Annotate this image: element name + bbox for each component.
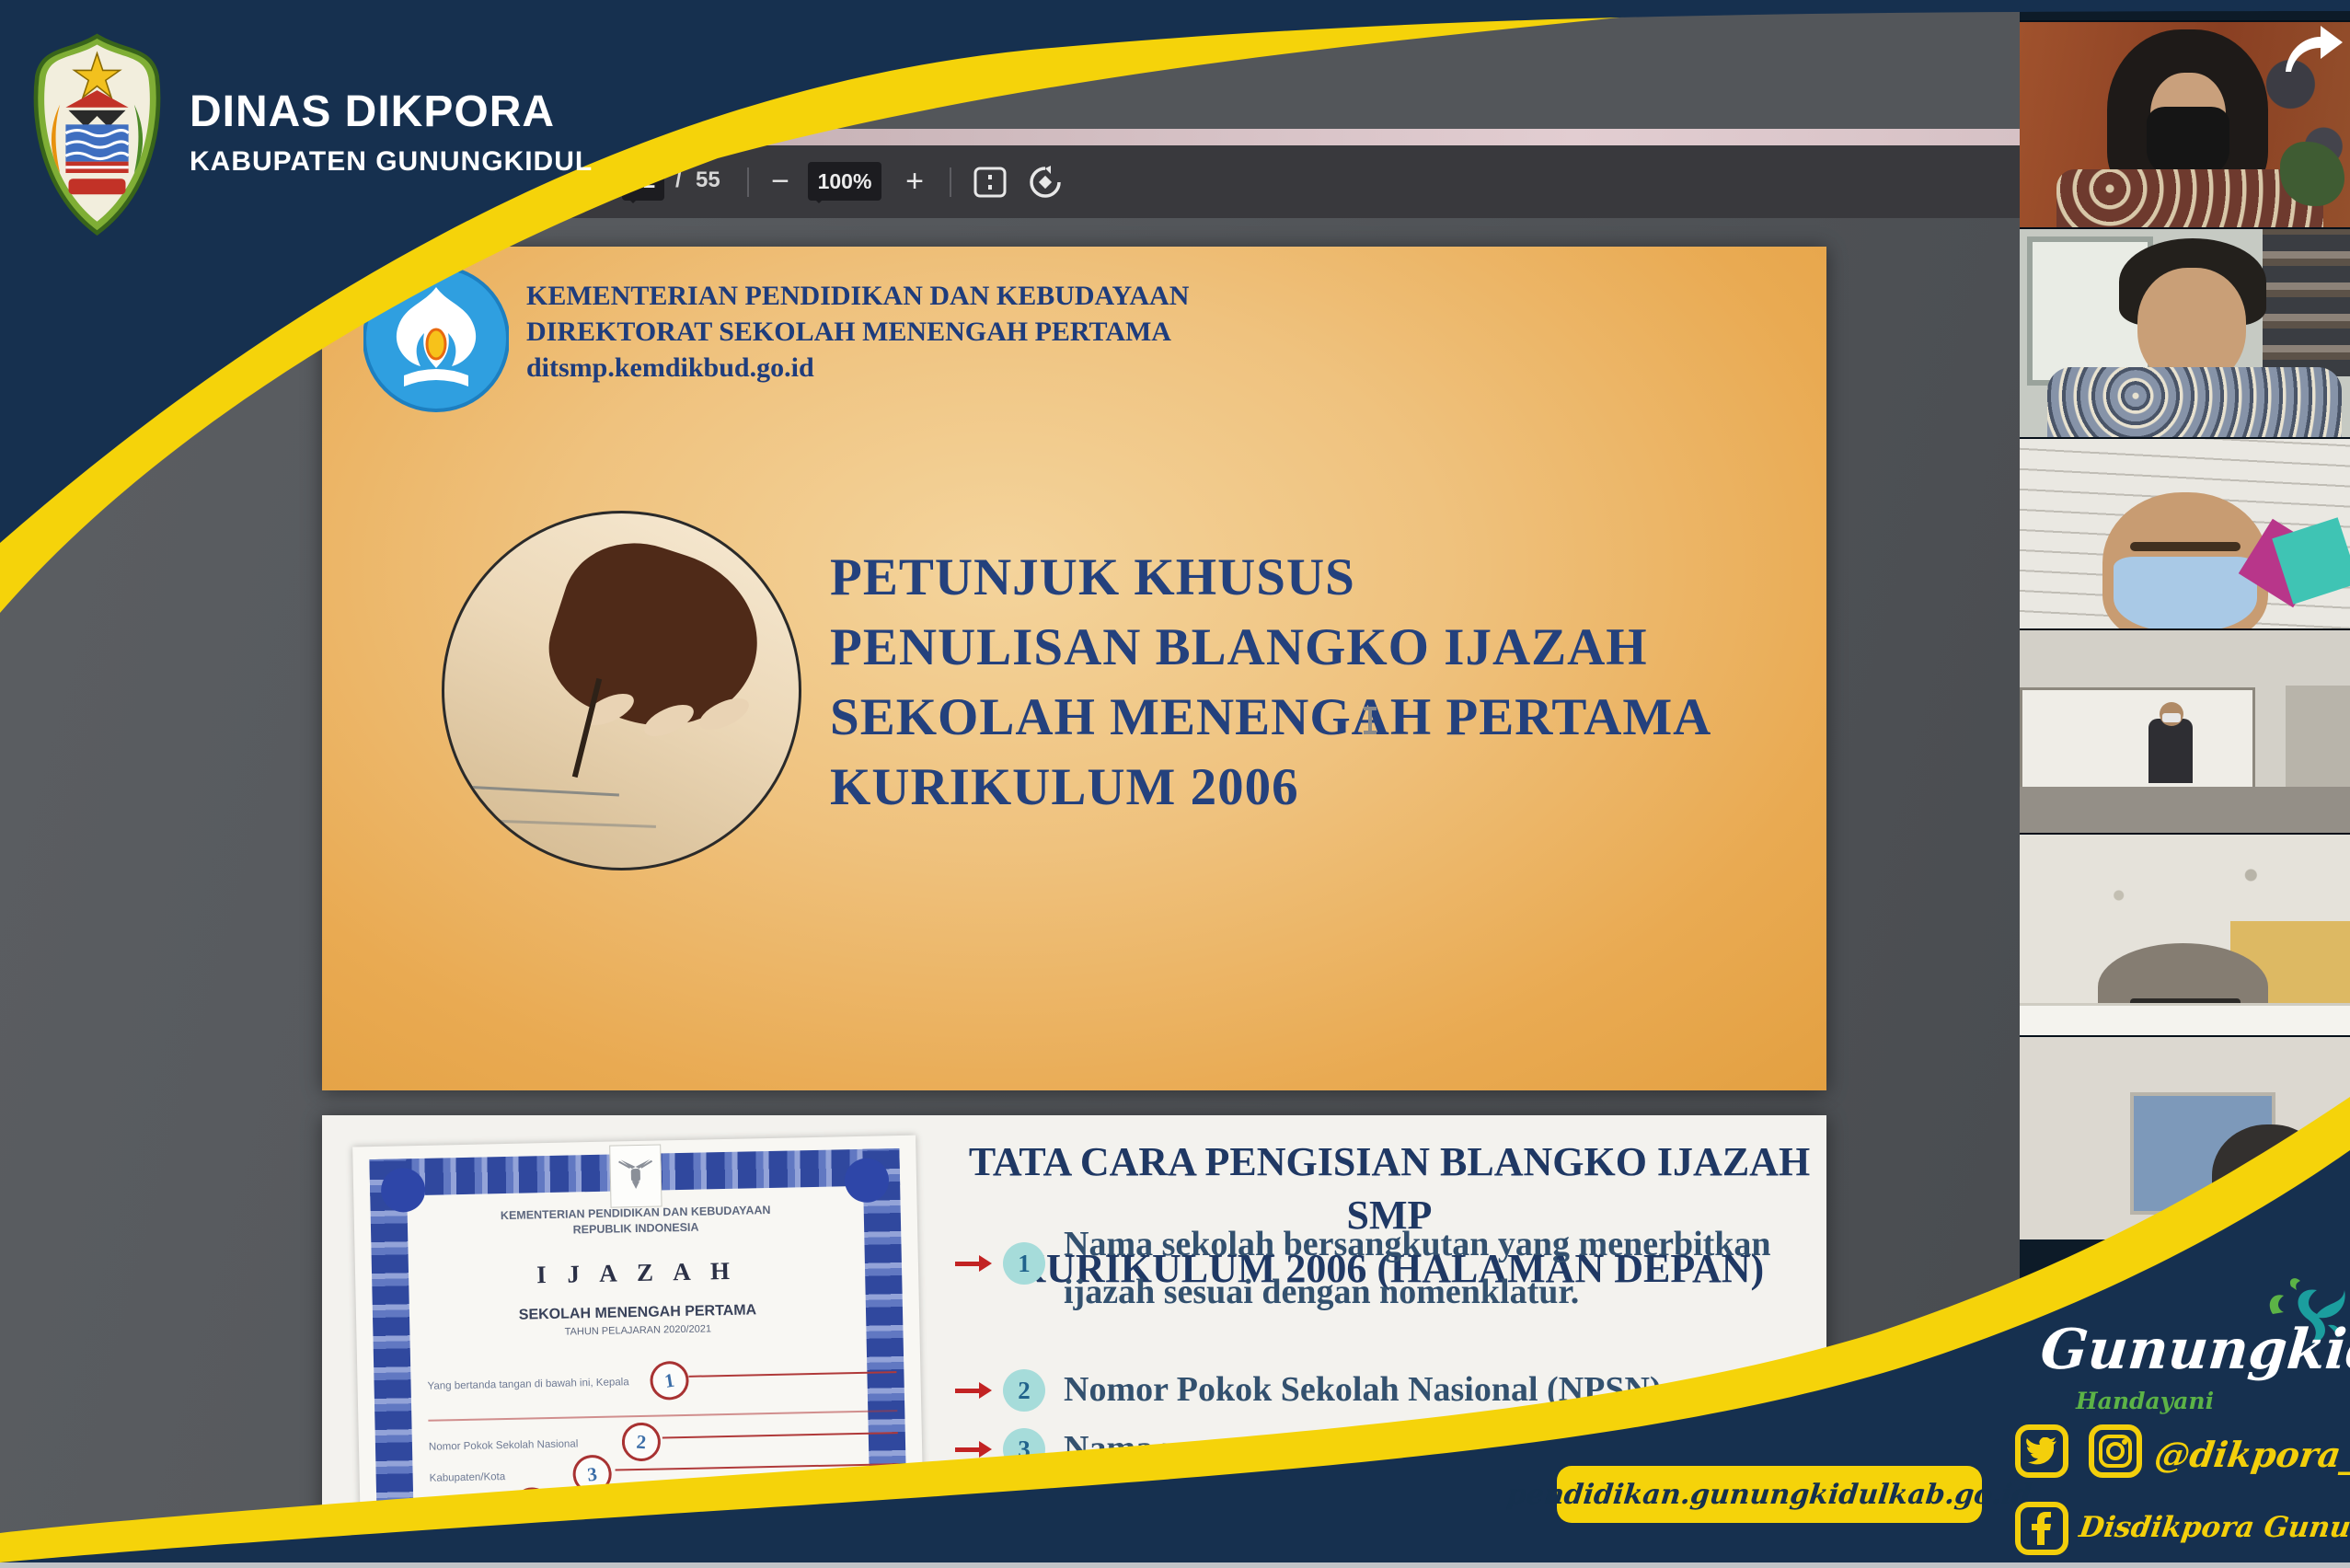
face-mask (2147, 107, 2229, 179)
callout-2: 2 (620, 1421, 662, 1462)
ministry-heading: KEMENTERIAN PENDIDIKAN DAN KEBUDAYAAN DI… (526, 278, 1189, 386)
text-cursor (1368, 707, 1372, 734)
ijazah-certificate-image: KEMENTERIAN PENDIDIKAN DAN KEBUDAYAAN RE… (352, 1136, 925, 1568)
page-separator: / (675, 167, 682, 193)
instagram-icon (2089, 1424, 2142, 1478)
garuda-emblem-icon (609, 1144, 662, 1207)
facebook-name: Disdikpora Gunungkidul (2077, 1511, 2350, 1544)
footer-branding: Gunungkidul Handayani @dikpora_gk Disdik… (1960, 1270, 2350, 1568)
zoom-level-field[interactable]: 100% (808, 162, 881, 201)
red-arrow-icon (955, 1382, 997, 1399)
fit-to-page-icon[interactable] (972, 166, 1008, 199)
slide-title-line3: SEKOLAH MENENGAH PERTAMA (830, 683, 1711, 753)
slide-title: PETUNJUK KHUSUS PENULISAN BLANGKO IJAZAH… (830, 543, 1711, 823)
item-text: Nama sekolah bersangkutan yang menerbitk… (1064, 1220, 1781, 1316)
participant-video-5[interactable] (2020, 833, 2350, 1037)
slide-title-line2: PENULISAN BLANGKO IJAZAH (830, 613, 1711, 683)
social-handle: @dikpora_gk (2152, 1434, 2350, 1475)
red-arrow-icon (955, 1441, 997, 1458)
participant-video-2[interactable] (2020, 227, 2350, 439)
certificate-field1: Yang bertanda tangan di bawah ini, Kepal… (427, 1377, 628, 1392)
participant-video-3[interactable] (2020, 437, 2350, 630)
agency-branding: DINAS DIKPORA KABUPATEN GUNUNGKIDUL (26, 33, 168, 245)
item-text: Nomor Pokok Sekolah Nasional (NPSN) (1064, 1366, 1809, 1413)
website-banner: pendidikan.gunungkidulkab.go.id (1557, 1466, 1982, 1523)
toolbar-divider (747, 167, 749, 197)
item-number-badge: 1 (1003, 1242, 1045, 1285)
certificate-heading: KEMENTERIAN PENDIDIKAN DAN KEBUDAYAAN RE… (419, 1201, 854, 1241)
screen-share-area: 12 / 55 − 100% + (0, 129, 2020, 1568)
page-number-field[interactable]: 12 (622, 162, 664, 201)
red-arrow-icon (955, 1255, 997, 1272)
agency-region: KABUPATEN GUNUNGKIDUL (190, 146, 593, 178)
item-number-badge: 3 (1003, 1428, 1045, 1470)
face-mask (2114, 557, 2257, 630)
share-forward-arrow-icon[interactable] (2280, 22, 2346, 75)
slide-title-line1: PETUNJUK KHUSUS (830, 543, 1711, 613)
kemdikbud-logo-icon (363, 259, 509, 422)
gunungkidul-crest-icon (26, 33, 168, 240)
slide-cover: KEMENTERIAN PENDIDIKAN DAN KEBUDAYAAN DI… (322, 247, 1826, 1090)
twitter-icon (2015, 1424, 2068, 1478)
slide-title-line4: KURIKULUM 2006 (830, 753, 1711, 823)
ministry-line1: KEMENTERIAN PENDIDIKAN DAN KEBUDAYAAN (526, 278, 1189, 314)
ministry-line2: DIREKTORAT SEKOLAH MENENGAH PERTAMA (526, 314, 1189, 350)
rotate-icon[interactable] (1027, 166, 1064, 199)
certificate-note: menerangkan bahwa (757, 1493, 857, 1506)
participant-video-4[interactable] (2020, 628, 2350, 835)
item-number-badge: 2 (1003, 1369, 1045, 1412)
certificate-field4: Provinsi (430, 1504, 467, 1516)
zoom-out-button[interactable]: − (760, 158, 801, 204)
callout-1: 1 (647, 1358, 691, 1402)
zoom-in-button[interactable]: + (894, 158, 935, 204)
certificate-title: I J A Z A H (420, 1254, 855, 1292)
website-url: pendidikan.gunungkidulkab.go.id (1505, 1479, 2033, 1511)
brand-tagline: Handayani (2076, 1388, 2214, 1414)
callout-3: 3 (571, 1453, 614, 1495)
video-conference-window: 12 / 55 − 100% + (0, 0, 2350, 1568)
ministry-site: ditsmp.kemdikbud.go.id (526, 350, 1189, 386)
agency-name: DINAS DIKPORA (190, 86, 593, 137)
pdf-page-canvas: KEMENTERIAN PENDIDIKAN DAN KEBUDAYAAN DI… (0, 218, 2020, 1568)
border-medallion (381, 1168, 426, 1213)
page-total: 55 (696, 167, 720, 193)
facebook-icon (2015, 1502, 2068, 1555)
brand-name: Gunungkidul (2038, 1318, 2350, 1382)
toolbar-divider (950, 167, 951, 197)
hand-writing-photo (442, 511, 801, 870)
participant-video-6[interactable] (2020, 1035, 2350, 1239)
certificate-field3: Kabupaten/Kota (430, 1471, 506, 1484)
certificate-field2: Nomor Pokok Sekolah Nasional (429, 1438, 579, 1452)
